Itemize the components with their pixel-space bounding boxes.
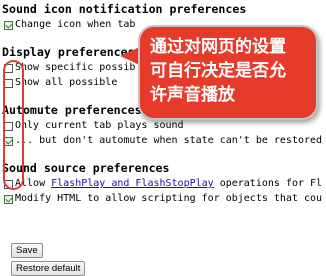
save-button[interactable]: Save bbox=[11, 243, 43, 258]
annotation-line-2: 可自行决定是否允 bbox=[150, 61, 286, 81]
flashplay-link[interactable]: FlashPlay and FlashStopPlay bbox=[51, 178, 214, 190]
change-icon-checkbox[interactable] bbox=[4, 20, 13, 30]
show-all-label: Show all possible bbox=[15, 77, 118, 88]
preferences-page: Sound icon notification preferences Chan… bbox=[0, 0, 326, 276]
restore-default-button[interactable]: Restore default bbox=[11, 261, 86, 276]
sound-icon-heading: Sound icon notification preferences bbox=[2, 2, 247, 16]
annotation-line-1: 通过对网页的设置 bbox=[150, 37, 286, 57]
annotation-callout: 通过对网页的设置 可自行决定是否允 许声音播放 bbox=[138, 25, 318, 120]
show-specific-label: Show specific possib bbox=[15, 62, 136, 73]
only-current-label: Only current tab plays sound bbox=[15, 120, 184, 131]
display-heading: Display preferences bbox=[2, 45, 135, 59]
annotation-line-3: 许声音播放 bbox=[150, 85, 235, 105]
allow-flashplay-row[interactable]: Allow FlashPlay and FlashStopPlay operat… bbox=[4, 178, 322, 190]
change-icon-row[interactable]: Change icon when tab bbox=[4, 19, 135, 31]
dont-automute-label: ... but don't automute when state can't … bbox=[15, 135, 323, 146]
only-current-row[interactable]: Only current tab plays sound bbox=[4, 120, 184, 132]
checkbox-column-highlight bbox=[3, 60, 24, 190]
change-icon-label: Change icon when tab bbox=[15, 19, 136, 30]
allow-suffix-text: operations for Fl bbox=[213, 178, 323, 189]
modify-html-label: Modify HTML to allow scripting for objec… bbox=[15, 193, 323, 204]
modify-html-row[interactable]: Modify HTML to allow scripting for objec… bbox=[4, 193, 322, 205]
sound-source-heading: Sound source preferences bbox=[2, 161, 170, 175]
modify-html-checkbox[interactable] bbox=[4, 194, 13, 204]
dont-automute-row[interactable]: ... but don't automute when state can't … bbox=[4, 135, 322, 147]
